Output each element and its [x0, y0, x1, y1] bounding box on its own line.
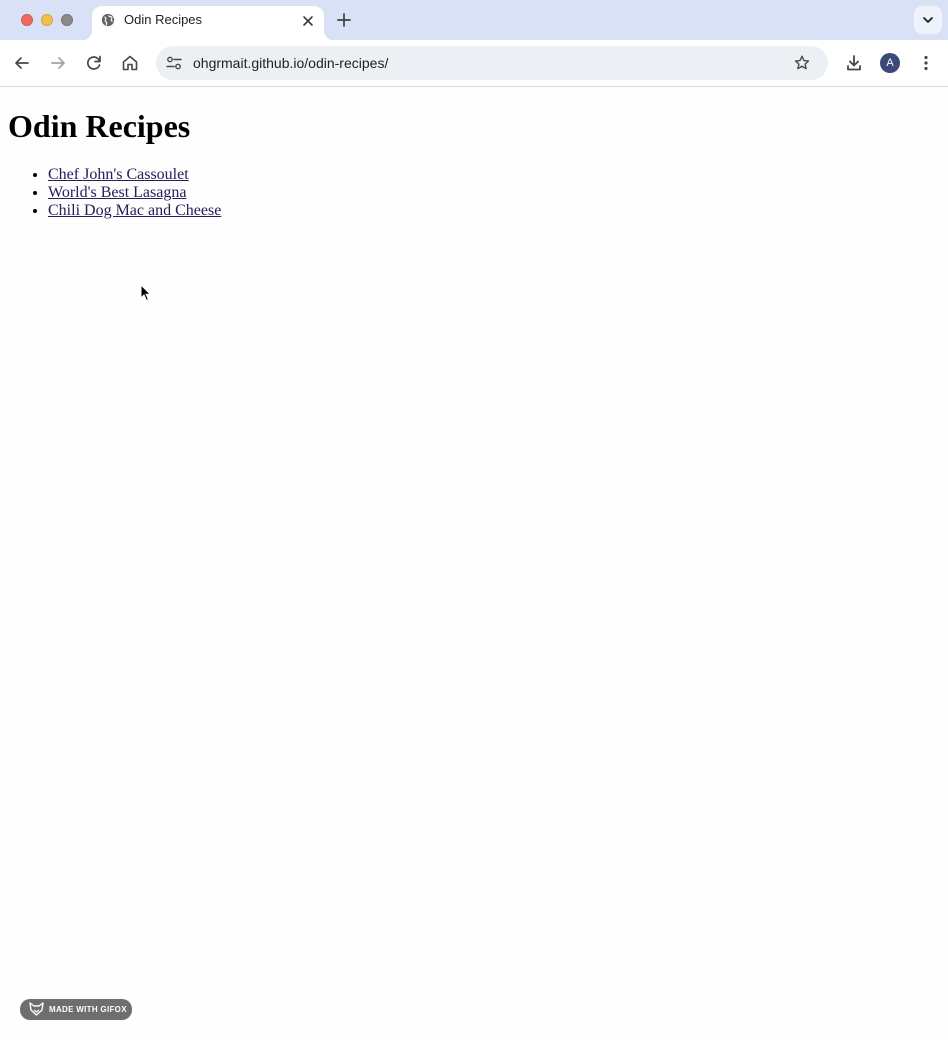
fox-logo-icon [29, 1002, 44, 1016]
plus-icon[interactable] [335, 11, 353, 29]
tab-search-button[interactable] [914, 6, 942, 34]
window-minimize-button[interactable] [41, 14, 53, 26]
tab-strip: Odin Recipes [0, 0, 948, 40]
reload-icon[interactable] [84, 53, 104, 73]
window-close-button[interactable] [21, 14, 33, 26]
forward-arrow-icon[interactable] [48, 53, 68, 73]
download-icon[interactable] [844, 53, 864, 73]
browser-toolbar: ohgrmait.github.io/odin-recipes/ A [0, 40, 948, 87]
url-text[interactable]: ohgrmait.github.io/odin-recipes/ [193, 54, 388, 72]
page-title: Odin Recipes [8, 108, 191, 144]
profile-avatar[interactable]: A [880, 53, 900, 73]
star-icon[interactable] [793, 54, 811, 72]
home-icon[interactable] [120, 53, 140, 73]
recipe-list: Chef John's Cassoulet World's Best Lasag… [8, 166, 221, 220]
page-content: Odin Recipes Chef John's Cassoulet World… [0, 87, 948, 1040]
list-item: World's Best Lasagna [48, 184, 221, 202]
site-settings-icon[interactable] [164, 53, 184, 73]
address-bar[interactable]: ohgrmait.github.io/odin-recipes/ [156, 46, 828, 80]
list-item: Chef John's Cassoulet [48, 166, 221, 184]
gifox-watermark: MADE WITH GIFOX [20, 999, 132, 1020]
list-item: Chili Dog Mac and Cheese [48, 202, 221, 220]
chevron-down-icon [923, 17, 933, 23]
recipe-link-lasagna[interactable]: World's Best Lasagna [48, 184, 186, 201]
mouse-cursor-icon [140, 284, 152, 302]
gifox-label: MADE WITH GIFOX [49, 1005, 127, 1014]
close-icon[interactable] [300, 13, 316, 29]
globe-icon [101, 13, 115, 27]
more-vert-icon[interactable] [916, 53, 936, 73]
window-maximize-button[interactable] [61, 14, 73, 26]
back-arrow-icon[interactable] [12, 53, 32, 73]
recipe-link-cassoulet[interactable]: Chef John's Cassoulet [48, 166, 189, 183]
tab-odin-recipes[interactable]: Odin Recipes [82, 6, 334, 40]
recipe-link-mac-and-cheese[interactable]: Chili Dog Mac and Cheese [48, 202, 221, 219]
tab-title: Odin Recipes [124, 12, 203, 27]
